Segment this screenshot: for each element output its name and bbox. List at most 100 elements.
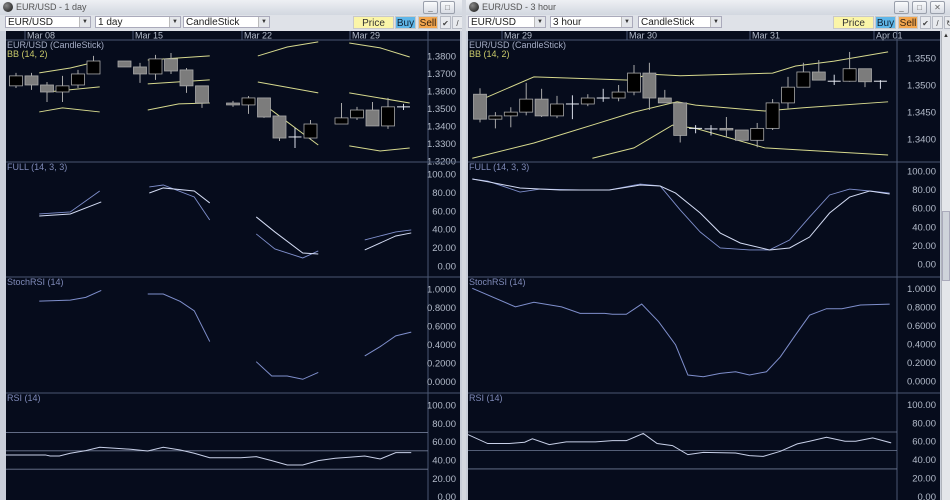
maximize-button[interactable]: □ — [912, 1, 927, 14]
title-bar[interactable]: EUR/USD - 3 hour _ □ ✕ — [466, 0, 950, 16]
check-menu-icon[interactable]: ✔ — [920, 16, 931, 29]
chart-type-value: CandleStick — [641, 17, 695, 28]
y-tick-label: 40.00 — [432, 455, 456, 466]
interval-select[interactable]: 3 hour ▼ — [550, 16, 633, 28]
chart-type-select[interactable]: CandleStick ▼ — [183, 16, 270, 28]
full-pane-label: FULL (14, 3, 3) — [469, 162, 529, 172]
candle-body — [164, 58, 178, 72]
interval-value: 3 hour — [553, 17, 582, 28]
candle[interactable] — [117, 60, 132, 68]
candle-body — [734, 129, 749, 141]
y-tick-label: 1.0000 — [907, 284, 936, 295]
y-tick-label: 1.3400 — [427, 121, 456, 132]
candle-body — [580, 97, 595, 105]
interval-select[interactable]: 1 day ▼ — [95, 16, 181, 28]
y-tick-label: 100.00 — [427, 400, 456, 411]
minimize-button[interactable]: _ — [894, 1, 909, 14]
stochrsi-pane-label: StochRSI (14) — [469, 277, 526, 287]
y-tick-label: 40.00 — [912, 455, 936, 466]
y-tick-label: 80.00 — [432, 188, 456, 199]
y-tick-label: 0.0000 — [427, 377, 456, 388]
bb-label: BB (14, 2) — [469, 49, 510, 59]
chart-window-daily: EUR/USD - 1 day _ □ EUR/USD ▼ 1 day ▼ Cand… — [0, 0, 462, 500]
y-tick-label: 60.00 — [432, 206, 456, 217]
y-tick-label: 1.3800 — [427, 51, 456, 62]
symbol-select[interactable]: EUR/USD ▼ — [5, 16, 91, 28]
candle-body — [627, 72, 641, 93]
chevron-down-icon[interactable]: ▼ — [169, 17, 180, 27]
vertical-scrollbar[interactable]: ▲ — [941, 31, 950, 500]
symbol-select[interactable]: EUR/USD ▼ — [468, 16, 546, 28]
maximize-button[interactable]: □ — [440, 1, 455, 14]
price-box-button[interactable]: Price Box — [353, 16, 394, 42]
draw-line-icon[interactable]: / — [932, 16, 943, 29]
candle-body — [811, 71, 826, 81]
rsi-pane-label: RSI (14) — [7, 393, 41, 403]
candle-body — [519, 98, 534, 113]
chevron-down-icon[interactable]: ▼ — [534, 17, 545, 27]
chevron-down-icon[interactable]: ▼ — [258, 17, 269, 27]
refresh-icon[interactable]: ↻ — [944, 16, 950, 29]
y-tick-label: 40.00 — [912, 222, 936, 233]
minimize-button[interactable]: _ — [423, 1, 438, 14]
globe-icon — [469, 2, 479, 12]
y-tick-label: 80.00 — [912, 418, 936, 429]
candle[interactable] — [765, 99, 780, 131]
chart-window-3hour: EUR/USD - 3 hour _ □ ✕ EUR/USD ▼ 3 hour ▼ … — [466, 0, 950, 500]
candle-body — [534, 98, 549, 117]
y-tick-label: 0.6000 — [907, 321, 936, 332]
candle-body — [148, 58, 163, 75]
y-tick-label: 0.00 — [438, 261, 457, 272]
y-tick-label: 1.3500 — [907, 81, 936, 92]
candle-body — [55, 85, 70, 93]
y-tick-label: 1.3300 — [427, 139, 456, 150]
chevron-down-icon[interactable]: ▼ — [710, 17, 721, 27]
candle-body — [241, 97, 256, 106]
scrollbar-thumb[interactable] — [942, 211, 950, 281]
buy-button[interactable]: Buy — [395, 16, 416, 29]
candle-body — [673, 102, 688, 136]
chart-toolbar: EUR/USD▼ 3 hour▼ CandleStick▼ Price Box … — [466, 15, 950, 42]
y-tick-label: 0.4000 — [907, 339, 936, 350]
sell-button[interactable]: Sell — [898, 16, 918, 29]
y-tick-label: 0.2000 — [907, 358, 936, 369]
date-label: Apr 01 — [876, 31, 903, 41]
symbol-value: EUR/USD — [8, 17, 54, 28]
sell-button[interactable]: Sell — [418, 16, 438, 29]
chart-canvas[interactable]: Mar 08 Mar 15 Mar 22 Mar 291.38001.37001.36… — [0, 31, 462, 500]
y-tick-label: 0.6000 — [427, 322, 456, 333]
candle-body — [334, 117, 349, 125]
scroll-up-icon[interactable]: ▲ — [943, 33, 949, 41]
candle-body — [473, 93, 487, 120]
candle[interactable] — [257, 97, 271, 118]
y-tick-label: 20.00 — [432, 243, 456, 254]
y-tick-label: 0.00 — [918, 492, 937, 500]
y-tick-label: 0.8000 — [907, 302, 936, 313]
date-label: Mar 31 — [752, 31, 780, 41]
candle-body — [657, 97, 672, 104]
candle[interactable] — [734, 129, 749, 141]
candle-body — [350, 109, 364, 119]
chevron-down-icon[interactable]: ▼ — [79, 17, 90, 27]
full-pane-label: FULL (14, 3, 3) — [7, 162, 67, 172]
candle-body — [781, 86, 795, 104]
chevron-down-icon[interactable]: ▼ — [621, 17, 632, 27]
candle-body — [86, 60, 101, 75]
y-tick-label: 20.00 — [912, 474, 936, 485]
candle-body — [858, 68, 872, 83]
symbol-value: EUR/USD — [471, 17, 517, 28]
title-bar[interactable]: EUR/USD - 1 day _ □ — [0, 0, 462, 16]
check-menu-icon[interactable]: ✔ — [440, 16, 451, 29]
date-label: Mar 22 — [244, 31, 272, 41]
y-tick-label: 0.0000 — [907, 377, 936, 388]
buy-button[interactable]: Buy — [875, 16, 896, 29]
close-button[interactable]: ✕ — [930, 1, 945, 14]
globe-icon — [3, 2, 13, 12]
candle-body — [303, 123, 318, 139]
chart-type-select[interactable]: CandleStick ▼ — [638, 16, 722, 28]
chart-canvas[interactable]: Mar 29 Mar 30 Mar 31 Apr 011.35501.35001.34… — [466, 31, 942, 500]
candle[interactable] — [272, 115, 287, 141]
price-box-button[interactable]: Price Box — [833, 16, 874, 42]
draw-line-icon[interactable]: / — [452, 16, 462, 29]
candle-body — [503, 111, 518, 117]
